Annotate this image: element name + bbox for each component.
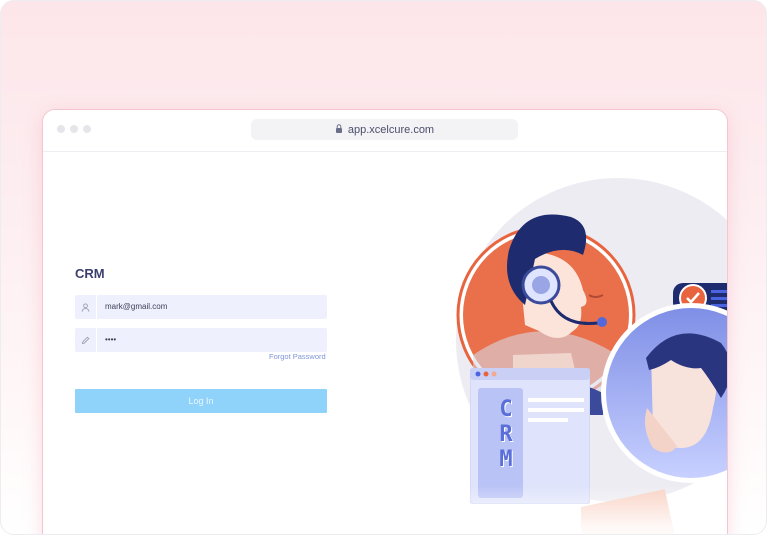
- crm-card-text: CRM: [493, 397, 519, 472]
- email-value: mark@gmail.com: [105, 302, 168, 311]
- crm-card-label: CRM: [489, 397, 523, 478]
- window-dot-close[interactable]: [57, 125, 65, 133]
- password-value: ••••: [105, 335, 117, 344]
- password-field[interactable]: ••••: [75, 328, 327, 352]
- bottom-fade: [43, 485, 727, 534]
- page-background: app.xcelcure.com CRM mark@gmail.com ••••…: [0, 0, 767, 535]
- forgot-password-link[interactable]: Forgot Password: [269, 352, 326, 361]
- login-button[interactable]: Log In: [75, 389, 327, 413]
- window-dot-maximize[interactable]: [83, 125, 91, 133]
- login-title: CRM: [75, 266, 105, 281]
- pencil-icon: [75, 328, 97, 352]
- address-bar[interactable]: app.xcelcure.com: [251, 119, 518, 140]
- browser-window: app.xcelcure.com CRM mark@gmail.com ••••…: [43, 110, 727, 534]
- email-field[interactable]: mark@gmail.com: [75, 295, 327, 319]
- crm-card: [470, 368, 590, 504]
- user-icon: [75, 295, 97, 319]
- lock-icon: [335, 123, 343, 136]
- window-dot-minimize[interactable]: [70, 125, 78, 133]
- browser-toolbar: app.xcelcure.com: [43, 110, 727, 152]
- address-url: app.xcelcure.com: [347, 123, 435, 136]
